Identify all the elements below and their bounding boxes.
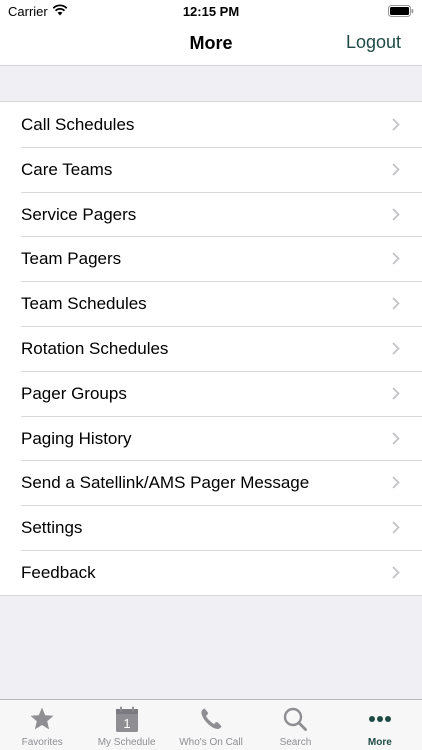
chevron-right-icon [392,566,400,579]
chevron-right-icon [392,297,400,310]
chevron-right-icon [392,476,400,490]
menu-item-team-pagers[interactable]: Team Pagers [0,236,422,281]
more-screen: Carrier 12:15 PM More Logout Call Schedu… [0,0,422,750]
menu-item-label: Send a Satellink/AMS Pager Message [21,473,310,493]
menu-item-paging-history[interactable]: Paging History [0,415,422,461]
calendar-icon: 1 [115,706,138,732]
search-icon [284,707,308,731]
tab-label: Favorites [21,737,63,748]
menu-item-label: Settings [21,518,83,538]
more-icon [368,716,391,722]
chevron-right-icon [392,521,400,534]
more-menu-list: Call Schedules Care Teams Service Pagers… [0,101,422,596]
menu-item-service-pagers[interactable]: Service Pagers [0,191,422,237]
menu-item-rotation-schedules[interactable]: Rotation Schedules [0,325,422,371]
tab-label: Who's On Call [179,737,243,748]
menu-item-send-pager-message[interactable]: Send a Satellink/AMS Pager Message [0,460,422,505]
menu-item-settings[interactable]: Settings [0,505,422,550]
phone-icon [201,708,222,729]
tab-more[interactable]: More [338,700,422,750]
star-icon [30,707,54,730]
menu-item-label: Rotation Schedules [21,338,169,358]
menu-item-label: Care Teams [21,159,113,179]
chevron-right-icon [392,118,400,131]
tab-whos-on-call[interactable]: Who's On Call [169,700,253,750]
battery-icon [388,5,414,17]
chevron-right-icon [392,431,400,445]
tab-favorites[interactable]: Favorites [0,700,84,750]
menu-item-call-schedules[interactable]: Call Schedules [0,102,422,147]
tab-label: More [367,737,392,748]
tab-search[interactable]: Search [253,700,337,750]
logout-button[interactable]: Logout [346,32,401,53]
chevron-right-icon [392,207,400,221]
menu-item-label: Feedback [21,562,96,582]
chevron-right-icon [392,252,400,266]
tab-bar: Favorites 1 My Schedule Who's On Call Se… [0,699,422,750]
tab-label: Search [279,737,312,748]
status-time: 12:15 PM [182,4,240,19]
menu-item-label: Paging History [21,428,132,448]
tab-my-schedule[interactable]: 1 My Schedule [84,700,168,750]
navigation-bar: More Logout [0,22,422,66]
calendar-day-number: 1 [123,716,130,731]
chevron-right-icon [392,163,400,176]
tab-label: My Schedule [97,737,156,748]
menu-item-label: Pager Groups [21,383,127,403]
menu-item-pager-groups[interactable]: Pager Groups [0,370,422,416]
menu-item-label: Team Schedules [21,294,147,314]
menu-item-team-schedules[interactable]: Team Schedules [0,281,422,326]
status-bar: Carrier 12:15 PM [0,0,422,22]
menu-item-feedback[interactable]: Feedback [0,549,422,595]
menu-item-care-teams[interactable]: Care Teams [0,146,422,192]
chevron-right-icon [392,387,400,400]
menu-item-label: Team Pagers [21,249,122,269]
menu-item-label: Service Pagers [21,204,137,224]
chevron-right-icon [392,342,400,355]
menu-item-label: Call Schedules [21,115,135,134]
